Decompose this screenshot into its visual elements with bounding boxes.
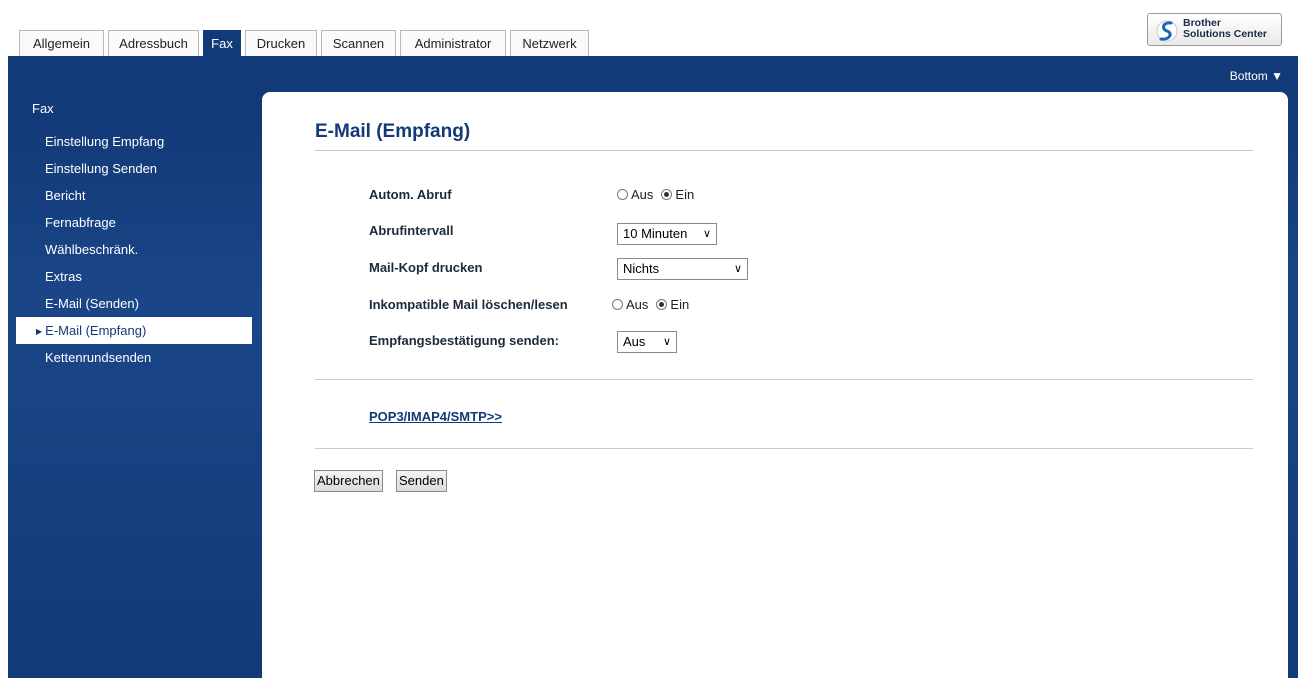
chevron-down-icon: ∨ <box>702 228 711 240</box>
sidebar-item-fernabfrage[interactable]: Fernabfrage <box>16 209 252 236</box>
footer-divider <box>315 448 1253 449</box>
sidebar: Fax Einstellung Empfang Einstellung Send… <box>16 98 252 371</box>
solutions-center-label: Brother Solutions Center <box>1183 17 1268 40</box>
radio-unchecked-icon[interactable] <box>617 189 628 200</box>
section-divider <box>315 379 1253 380</box>
radio-checked-icon[interactable] <box>661 189 673 200</box>
mail-kopf-value: Nichts <box>623 261 660 276</box>
sidebar-item-einstellung-empfang[interactable]: Einstellung Empfang <box>16 128 252 155</box>
solutions-center-button[interactable]: Brother Solutions Center <box>1147 13 1282 46</box>
sidebar-item-waehlbeschraenk[interactable]: Wählbeschränk. <box>16 236 252 263</box>
inkompatible-label: Inkompatible Mail löschen/lesen <box>369 297 568 312</box>
page-title: E-Mail (Empfang) <box>315 121 471 142</box>
cancel-button[interactable]: Abbrechen <box>314 470 383 492</box>
active-arrow-icon: ▶ <box>36 327 43 336</box>
bestaetigung-label: Empfangsbestätigung senden: <box>369 333 559 348</box>
pop3-imap4-smtp-link[interactable]: POP3/IMAP4/SMTP>> <box>369 409 502 424</box>
title-divider <box>315 150 1253 151</box>
submit-button[interactable]: Senden <box>396 470 447 492</box>
mail-kopf-label: Mail-Kopf drucken <box>369 260 483 275</box>
sidebar-item-label: E-Mail (Empfang) <box>45 323 147 338</box>
auto-abruf-ein-option[interactable]: Ein <box>661 187 694 202</box>
radio-checked-icon[interactable] <box>656 299 668 310</box>
bestaetigung-select[interactable]: Aus ∨ <box>617 331 677 353</box>
sidebar-item-extras[interactable]: Extras <box>16 263 252 290</box>
content-panel <box>262 92 1288 692</box>
sidebar-item-kettenrundsenden[interactable]: Kettenrundsenden <box>16 344 252 371</box>
tab-fax[interactable]: Fax <box>203 30 241 58</box>
chevron-down-icon: ∨ <box>662 336 671 348</box>
auto-abruf-radio-group: Aus Ein <box>617 187 702 202</box>
inkompatible-radio-group: Aus Ein <box>612 297 697 312</box>
abrufintervall-label: Abrufintervall <box>369 223 454 238</box>
tab-netzwerk[interactable]: Netzwerk <box>510 30 589 56</box>
radio-unchecked-icon[interactable] <box>612 299 623 310</box>
brother-logo-icon <box>1156 20 1178 42</box>
tab-administrator[interactable]: Administrator <box>400 30 506 56</box>
bottom-link[interactable]: Bottom ▼ <box>1230 69 1283 83</box>
bestaetigung-value: Aus <box>623 334 646 349</box>
sidebar-heading: Fax <box>32 101 54 116</box>
tab-scannen[interactable]: Scannen <box>321 30 396 56</box>
abrufintervall-value: 10 Minuten <box>623 226 688 241</box>
tab-drucken[interactable]: Drucken <box>245 30 317 56</box>
sidebar-item-email-empfang[interactable]: ▶ E-Mail (Empfang) <box>16 317 252 344</box>
auto-abruf-aus-option[interactable]: Aus <box>617 187 653 202</box>
mail-kopf-select[interactable]: Nichts ∨ <box>617 258 748 280</box>
inkompatible-aus-option[interactable]: Aus <box>612 297 648 312</box>
inkompatible-ein-option[interactable]: Ein <box>656 297 689 312</box>
auto-abruf-label: Autom. Abruf <box>369 187 452 202</box>
abrufintervall-select[interactable]: 10 Minuten ∨ <box>617 223 717 245</box>
chevron-down-icon: ∨ <box>733 263 742 275</box>
sidebar-item-email-senden[interactable]: E-Mail (Senden) <box>16 290 252 317</box>
tab-allgemein[interactable]: Allgemein <box>19 30 104 56</box>
top-tab-bar: Allgemein Adressbuch Fax Drucken Scannen… <box>0 0 1301 58</box>
sidebar-item-bericht[interactable]: Bericht <box>16 182 252 209</box>
tab-adressbuch[interactable]: Adressbuch <box>108 30 199 56</box>
sidebar-item-einstellung-senden[interactable]: Einstellung Senden <box>16 155 252 182</box>
